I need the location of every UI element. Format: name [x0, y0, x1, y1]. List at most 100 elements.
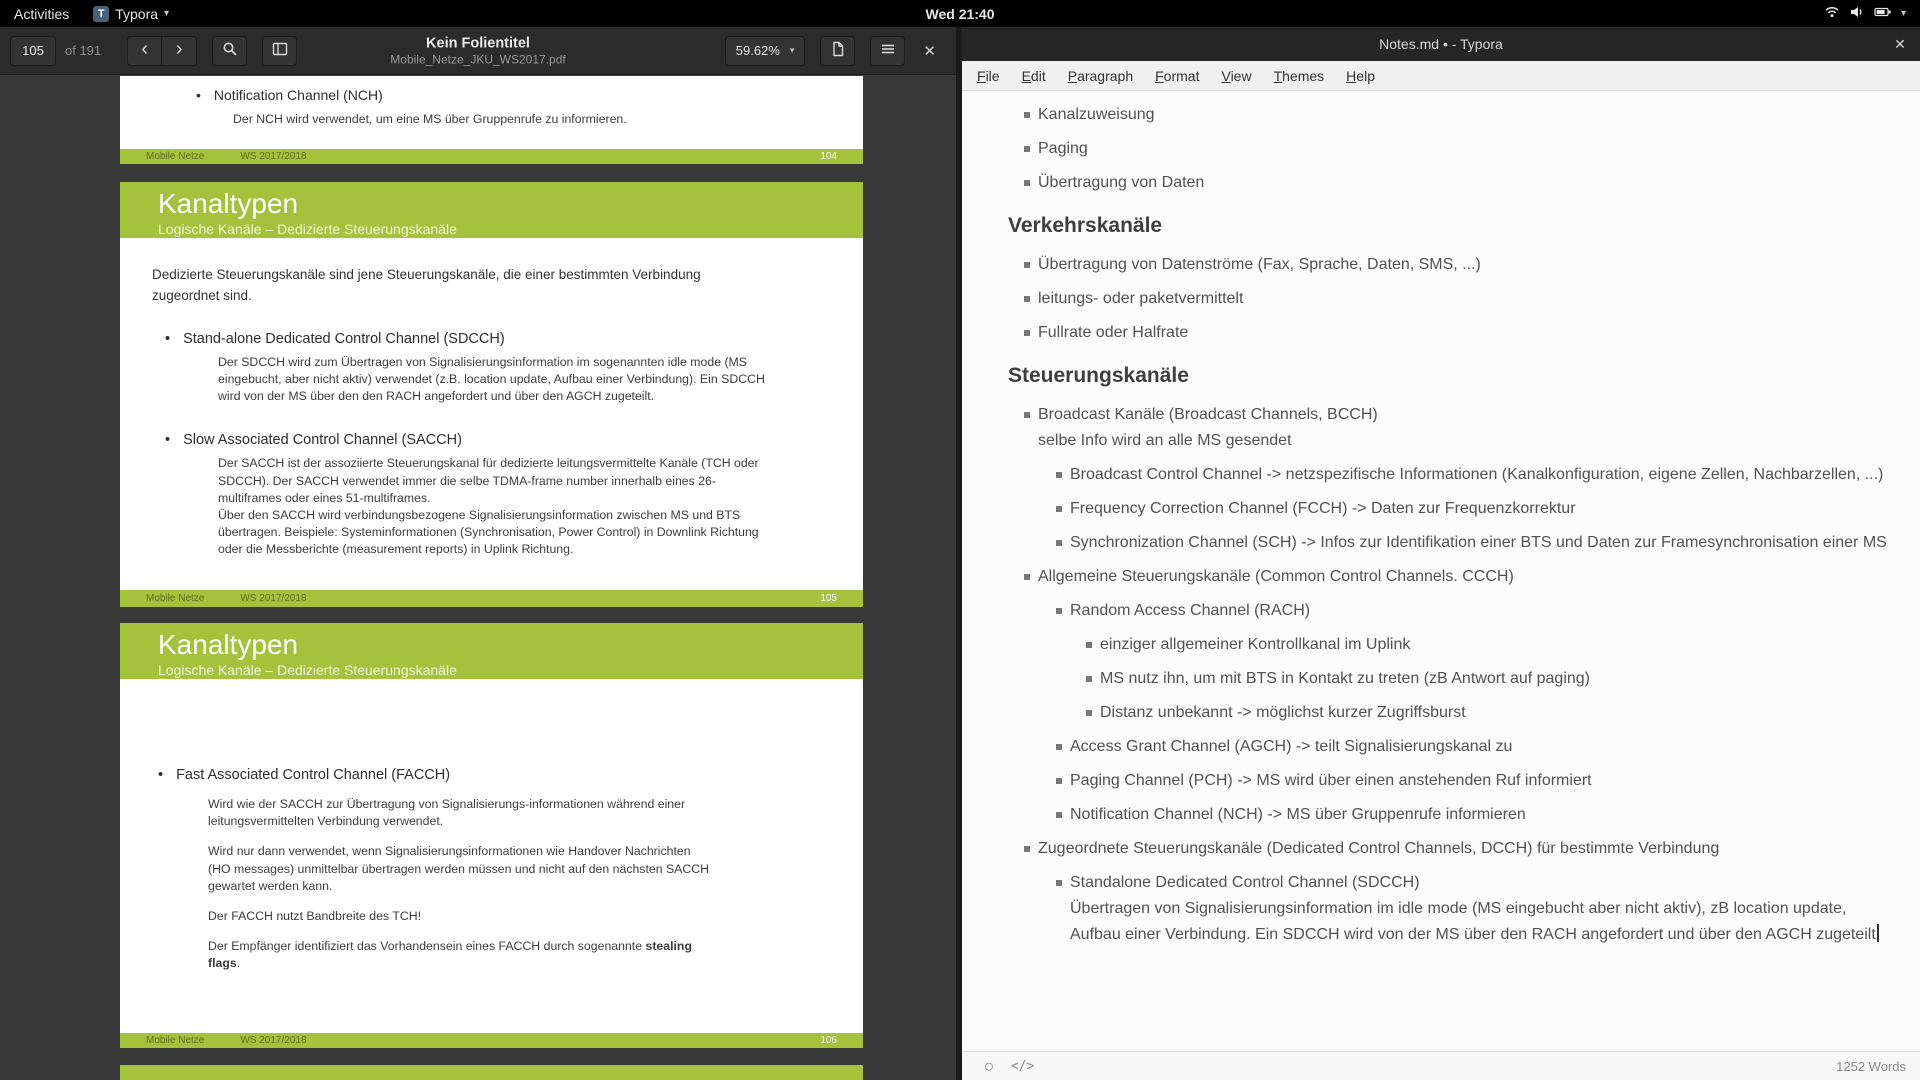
- chevron-down-icon: ▾: [164, 8, 169, 19]
- md-list-item[interactable]: Notification Channel (NCH) -> MS über Gr…: [962, 798, 1920, 832]
- md-heading[interactable]: Steuerungskanäle: [962, 364, 1920, 388]
- md-list-item[interactable]: Random Access Channel (RACH): [962, 594, 1920, 628]
- md-list-item[interactable]: Fullrate oder Halfrate: [962, 316, 1920, 350]
- menu-view[interactable]: View: [1210, 61, 1262, 90]
- sidebar-toggle-button[interactable]: [262, 36, 297, 66]
- bullet-icon: •: [165, 331, 170, 347]
- footer-course: Mobile Netze: [146, 593, 204, 604]
- slide-subtitle: Logische Kanäle – Dedizierte Steuerungsk…: [158, 221, 863, 237]
- typora-window-title: Notes.md • - Typora: [1379, 36, 1503, 52]
- menu-paragraph[interactable]: Paragraph: [1057, 61, 1144, 90]
- footer-course: Mobile Netze: [146, 1035, 204, 1046]
- pdf-page-area[interactable]: •Notification Channel (NCH) Der NCH wird…: [0, 76, 956, 1080]
- typora-titlebar: Notes.md • - Typora ✕: [962, 27, 1920, 61]
- close-icon: ✕: [923, 43, 936, 60]
- slide-header: Kanaltypen Logische Kanäle – Dedizierte …: [120, 623, 863, 679]
- md-list-item[interactable]: Synchronization Channel (SCH) -> Infos z…: [962, 526, 1920, 560]
- slide-paragraph: Wird wie der SACCH zur Übertragung von S…: [208, 796, 713, 830]
- menu-button[interactable]: [870, 36, 905, 66]
- chevron-right-icon: ›: [176, 39, 183, 62]
- md-list-item[interactable]: leitungs- oder paketvermittelt: [962, 282, 1920, 316]
- md-list-item[interactable]: Zugeordnete Steuerungskanäle (Dedicated …: [962, 832, 1920, 866]
- md-list-item[interactable]: Paging: [962, 132, 1920, 166]
- slide-footer: Mobile Netze WS 2017/2018 104: [120, 149, 863, 164]
- slide-paragraph: Wird nur dann verwendet, wenn Signalisie…: [208, 843, 713, 895]
- word-count[interactable]: 1252 Words: [1836, 1059, 1906, 1074]
- bullet-icon: •: [196, 87, 201, 103]
- activities-button[interactable]: Activities: [0, 0, 83, 27]
- md-list-continuation[interactable]: Aufbau einer Verbindung. Ein SDCCH wird …: [962, 922, 1920, 948]
- clock[interactable]: Wed 21:40: [926, 6, 995, 22]
- typora-app-icon: T: [93, 6, 109, 22]
- battery-icon: [1874, 4, 1892, 23]
- document-icon: [830, 41, 846, 61]
- pdf-viewer-window: of 191 ‹ › Kein Folientitel Mobile_Netze…: [0, 27, 956, 1080]
- page-number-input[interactable]: [10, 36, 56, 66]
- chevron-down-icon: ▾: [1901, 8, 1906, 19]
- search-button[interactable]: [212, 36, 247, 66]
- md-list-item[interactable]: Broadcast Kanäle (Broadcast Channels, BC…: [962, 398, 1920, 432]
- app-menu[interactable]: T Typora ▾: [83, 0, 179, 27]
- pdf-header-bar: of 191 ‹ › Kein Folientitel Mobile_Netze…: [0, 27, 956, 75]
- footer-course: Mobile Netze: [146, 151, 204, 162]
- typora-statusbar: ○ </> 1252 Words: [962, 1051, 1920, 1080]
- menu-themes[interactable]: Themes: [1263, 61, 1336, 90]
- slide-bullet-heading: •Slow Associated Control Channel (SACCH): [165, 432, 863, 448]
- document-filename: Mobile_Netze_JKU_WS2017.pdf: [268, 52, 688, 66]
- chevron-left-icon: ‹: [141, 39, 148, 62]
- gnome-top-bar: Activities T Typora ▾ Wed 21:40 ▾: [0, 0, 1920, 27]
- hamburger-icon: [880, 41, 896, 61]
- md-list-item[interactable]: Distanz unbekannt -> möglichst kurzer Zu…: [962, 696, 1920, 730]
- md-list-item[interactable]: Broadcast Control Channel -> netzspezifi…: [962, 458, 1920, 492]
- menu-file[interactable]: File: [966, 61, 1011, 90]
- slide-title: Kanaltypen: [158, 630, 863, 661]
- pdf-slide-106: Kanaltypen Logische Kanäle – Dedizierte …: [120, 623, 863, 1048]
- slide-paragraph: Über den SACCH wird verbindungsbezogene …: [218, 507, 773, 559]
- document-title: Kein Folientitel: [268, 35, 688, 51]
- system-tray[interactable]: ▾: [1816, 0, 1914, 27]
- slide-body: •Fast Associated Control Channel (FACCH)…: [120, 679, 863, 1033]
- menu-format[interactable]: Format: [1144, 61, 1210, 90]
- md-list-item[interactable]: Standalone Dedicated Control Channel (SD…: [962, 866, 1920, 900]
- network-icon: [1824, 4, 1840, 23]
- footer-term: WS 2017/2018: [240, 151, 306, 162]
- md-heading[interactable]: Verkehrskanäle: [962, 214, 1920, 238]
- source-code-mode-icon[interactable]: </>: [1002, 1059, 1043, 1074]
- md-list-item[interactable]: Paging Channel (PCH) -> MS wird über ein…: [962, 764, 1920, 798]
- md-list-item[interactable]: Access Grant Channel (AGCH) -> teilt Sig…: [962, 730, 1920, 764]
- page-total-label: of 191: [65, 43, 101, 58]
- window-title: Kein Folientitel Mobile_Netze_JKU_WS2017…: [268, 35, 688, 66]
- slide-footer: Mobile Netze WS 2017/2018 105: [120, 590, 863, 607]
- md-list-item[interactable]: MS nutz ihn, um mit BTS in Kontakt zu tr…: [962, 662, 1920, 696]
- app-menu-label: Typora: [115, 6, 158, 22]
- footer-term: WS 2017/2018: [240, 593, 306, 604]
- slide-title: Kanaltypen: [158, 189, 863, 220]
- md-list-item[interactable]: Übertragung von Datenströme (Fax, Sprach…: [962, 248, 1920, 282]
- close-window-button[interactable]: ✕: [1880, 27, 1920, 61]
- chevron-down-icon: ▾: [790, 45, 795, 56]
- outline-toggle-icon[interactable]: ○: [976, 1059, 1002, 1074]
- slide-page-number: 106: [820, 1035, 837, 1046]
- slide-page-number: 105: [820, 593, 837, 604]
- menu-help[interactable]: Help: [1335, 61, 1386, 90]
- markdown-editor[interactable]: Kanalzuweisung Paging Übertragung von Da…: [962, 91, 1920, 1051]
- slide-intro: Dedizierte Steuerungskanäle sind jene St…: [152, 265, 744, 307]
- menu-edit[interactable]: Edit: [1011, 61, 1057, 90]
- md-list-item[interactable]: Übertragung von Daten: [962, 166, 1920, 200]
- bullet-icon: •: [158, 767, 163, 783]
- page-nav-group: ‹ ›: [127, 36, 197, 66]
- md-list-item[interactable]: Kanalzuweisung: [962, 98, 1920, 132]
- next-page-button[interactable]: ›: [162, 36, 197, 66]
- close-window-button[interactable]: ✕: [913, 42, 946, 60]
- md-list-item[interactable]: Allgemeine Steuerungskanäle (Common Cont…: [962, 560, 1920, 594]
- typora-menubar: File Edit Paragraph Format View Themes H…: [962, 61, 1920, 91]
- previous-page-button[interactable]: ‹: [127, 36, 162, 66]
- slide-bullet-heading: •Notification Channel (NCH): [196, 87, 863, 103]
- footer-term: WS 2017/2018: [240, 1035, 306, 1046]
- md-list-item[interactable]: Frequency Correction Channel (FCCH) -> D…: [962, 492, 1920, 526]
- slide-bullet-heading: •Stand-alone Dedicated Control Channel (…: [165, 331, 863, 347]
- annotate-button[interactable]: [820, 36, 855, 66]
- zoom-selector[interactable]: 59.62% ▾: [725, 36, 806, 66]
- slide-subtitle: Logische Kanäle – Dedizierte Steuerungsk…: [158, 662, 863, 678]
- md-list-item[interactable]: einziger allgemeiner Kontrollkanal im Up…: [962, 628, 1920, 662]
